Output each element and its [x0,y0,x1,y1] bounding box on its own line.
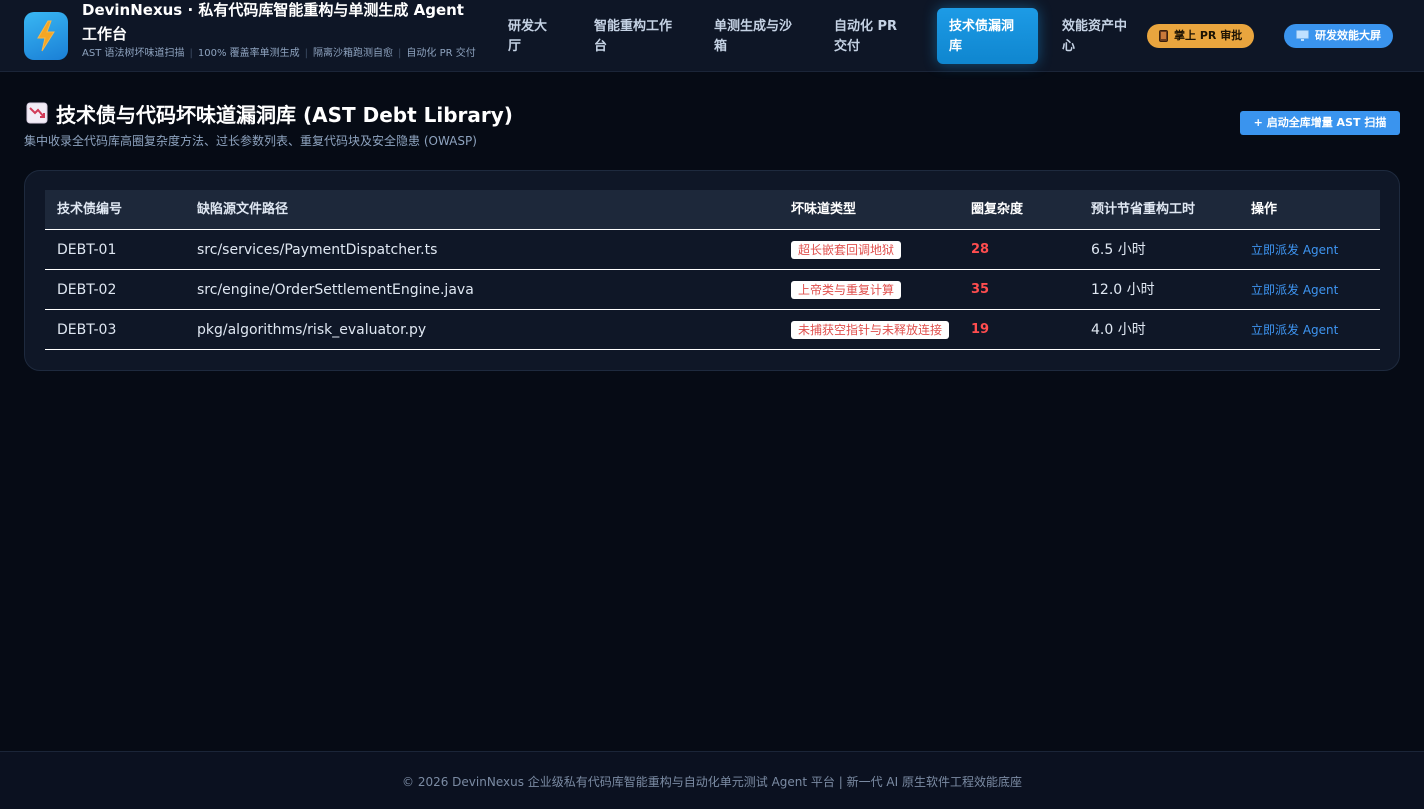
smell-tag: 未捕获空指针与未释放连接 [791,321,950,339]
nav-refactor-workbench[interactable]: 智能重构工作台 [582,8,690,64]
phone-icon [1159,30,1168,42]
app-logo[interactable] [24,12,68,60]
subtitle-part: 隔离沙箱跑测自愈 [313,48,394,59]
top-header: DevinNexus · 私有代码库智能重构与单测生成 Agent 工作台 AS… [0,0,1424,72]
complexity-value: 19 [971,322,990,337]
column-header: 技术债编号 [57,202,123,217]
debt-id: DEBT-03 [57,322,117,338]
dispatch-agent-link[interactable]: 立即派发 Agent [1251,270,1338,310]
table-row: DEBT-02 src/engine/OrderSettlementEngine… [45,270,1380,310]
lightning-icon [37,20,55,52]
source-path: src/services/PaymentDispatcher.ts [197,242,438,258]
page-title-text: 技术债与代码坏味道漏洞库 (AST Debt Library) [56,102,513,127]
dispatch-agent-link[interactable]: 立即派发 Agent [1251,230,1338,270]
dev-dashboard-label: 研发效能大屏 [1315,29,1381,42]
chart-down-icon [26,102,48,124]
source-path: src/engine/OrderSettlementEngine.java [197,282,474,298]
smell-type-cell: 超长嵌套回调地狱 [791,230,961,270]
debt-table-card: 技术债编号 缺陷源文件路径 坏味道类型 圈复杂度 预计节省重构工时 操作 DEB… [24,170,1400,371]
page-title: 技术债与代码坏味道漏洞库 (AST Debt Library) [26,98,513,128]
app-subtitle: AST 语法树坏味道扫描 | 100% 覆盖率单测生成 | 隔离沙箱跑测自愈 | 自动化 P… [82,48,476,59]
monitor-icon [1296,30,1309,41]
nav-tech-debt-library[interactable]: 技术债漏洞库 [937,8,1038,64]
column-header: 预计节省重构工时 [1091,202,1196,217]
table-row: DEBT-01 src/services/PaymentDispatcher.t… [45,230,1380,270]
debt-id: DEBT-01 [57,242,117,258]
column-header: 坏味道类型 [791,202,857,217]
nav-asset-center[interactable]: 效能资产中心 [1050,8,1140,64]
column-header: 缺陷源文件路径 [197,202,289,217]
app-title: DevinNexus · 私有代码库智能重构与单测生成 Agent 工作台 [82,1,464,43]
source-path: pkg/algorithms/risk_evaluator.py [197,322,427,338]
page-footer: © 2026 DevinNexus 企业级私有代码库智能重构与自动化单元测试 A… [0,751,1424,809]
column-header: 操作 [1251,202,1278,217]
subtitle-part: AST 语法树坏味道扫描 [82,48,185,59]
smell-type-cell: 上帝类与重复计算 [791,270,961,310]
complexity-value: 28 [971,242,990,257]
dispatch-agent-link[interactable]: 立即派发 Agent [1251,310,1338,350]
column-header: 圈复杂度 [971,202,1024,217]
table-row: DEBT-03 pkg/algorithms/risk_evaluator.py… [45,310,1380,350]
smell-tag: 上帝类与重复计算 [791,281,902,299]
debt-table: 技术债编号 缺陷源文件路径 坏味道类型 圈复杂度 预计节省重构工时 操作 DEB… [45,190,1380,350]
subtitle-part: 100% 覆盖率单测生成 [197,48,300,59]
mobile-pr-review-label: 掌上 PR 审批 [1174,29,1243,42]
nav-unit-test-sandbox[interactable]: 单测生成与沙箱 [702,8,810,64]
complexity-value: 35 [971,282,990,297]
nav-dev-hall[interactable]: 研发大厅 [496,8,570,64]
saved-hours: 12.0 小时 [1091,282,1155,298]
smell-tag: 超长嵌套回调地狱 [791,241,902,259]
subtitle-part: 自动化 PR 交付 [406,48,476,59]
smell-type-cell: 未捕获空指针与未释放连接 [791,310,961,350]
start-ast-scan-button[interactable]: + 启动全库增量 AST 扫描 [1240,111,1400,135]
mobile-pr-review-button[interactable]: 掌上 PR 审批 [1147,24,1255,48]
saved-hours: 4.0 小时 [1091,322,1146,338]
saved-hours: 6.5 小时 [1091,242,1146,258]
page-subtitle: 集中收录全代码库高圈复杂度方法、过长参数列表、重复代码块及安全隐患 (OWASP… [24,134,477,148]
nav-auto-pr[interactable]: 自动化 PR 交付 [822,8,926,64]
dev-dashboard-button[interactable]: 研发效能大屏 [1284,24,1393,48]
debt-id: DEBT-02 [57,282,117,298]
table-header-row: 技术债编号 缺陷源文件路径 坏味道类型 圈复杂度 预计节省重构工时 操作 [45,190,1380,230]
